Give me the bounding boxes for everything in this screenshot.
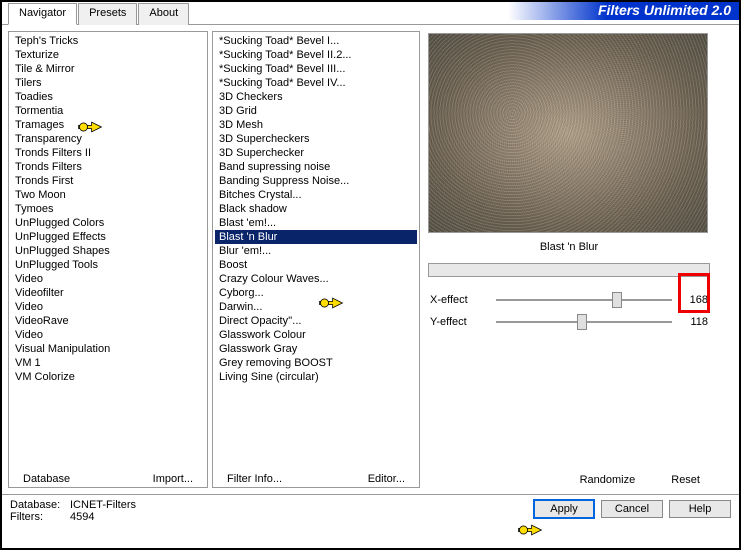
reset-button[interactable]: Reset bbox=[663, 472, 708, 488]
tab-presets[interactable]: Presets bbox=[78, 3, 137, 25]
list-item[interactable]: *Sucking Toad* Bevel I... bbox=[215, 34, 417, 48]
database-label: Database: bbox=[10, 499, 70, 511]
list-item[interactable]: Direct Opacity''... bbox=[215, 314, 417, 328]
list-item[interactable]: VM 1 bbox=[11, 356, 205, 370]
list-item[interactable]: Living Sine (circular) bbox=[215, 370, 417, 384]
list-item[interactable]: UnPlugged Colors bbox=[11, 216, 205, 230]
list-item[interactable]: Darwin... bbox=[215, 300, 417, 314]
list-item[interactable]: Glasswork Gray bbox=[215, 342, 417, 356]
list-item[interactable]: *Sucking Toad* Bevel III... bbox=[215, 62, 417, 76]
highlight-annotation bbox=[678, 273, 710, 313]
list-item[interactable]: Tymoes bbox=[11, 202, 205, 216]
list-item[interactable]: Band supressing noise bbox=[215, 160, 417, 174]
list-item[interactable]: Boost bbox=[215, 258, 417, 272]
list-item[interactable]: Bitches Crystal... bbox=[215, 188, 417, 202]
list-item[interactable]: UnPlugged Shapes bbox=[11, 244, 205, 258]
list-item[interactable]: 3D Grid bbox=[215, 104, 417, 118]
filters-count-value: 4594 bbox=[70, 511, 94, 523]
tab-navigator[interactable]: Navigator bbox=[8, 3, 77, 25]
filter-preview bbox=[428, 33, 708, 233]
list-item[interactable]: Banding Suppress Noise... bbox=[215, 174, 417, 188]
list-item[interactable]: Tronds Filters bbox=[11, 160, 205, 174]
annotation-pointer-icon bbox=[318, 293, 344, 313]
list-item[interactable]: Tormentia bbox=[11, 104, 205, 118]
list-item[interactable]: Blast 'n Blur bbox=[215, 230, 417, 244]
list-item[interactable]: Videofilter bbox=[11, 286, 205, 300]
list-item[interactable]: Blur 'em!... bbox=[215, 244, 417, 258]
list-item[interactable]: Texturize bbox=[11, 48, 205, 62]
filters-count-label: Filters: bbox=[10, 511, 70, 523]
list-item[interactable]: Video bbox=[11, 300, 205, 314]
param-x-label: X-effect bbox=[430, 294, 490, 306]
list-item[interactable]: *Sucking Toad* Bevel II.2... bbox=[215, 48, 417, 62]
database-value: ICNET-Filters bbox=[70, 499, 136, 511]
list-item[interactable]: Blast 'em!... bbox=[215, 216, 417, 230]
category-list[interactable]: Teph's TricksTexturizeTile & MirrorTiler… bbox=[9, 32, 207, 471]
list-item[interactable]: Black shadow bbox=[215, 202, 417, 216]
randomize-button[interactable]: Randomize bbox=[572, 472, 644, 488]
list-item[interactable]: Tronds Filters II bbox=[11, 146, 205, 160]
list-item[interactable]: 3D Supercheckers bbox=[215, 132, 417, 146]
database-button[interactable]: Database bbox=[15, 471, 78, 487]
list-item[interactable]: Toadies bbox=[11, 90, 205, 104]
list-item[interactable]: Two Moon bbox=[11, 188, 205, 202]
list-item[interactable]: VM Colorize bbox=[11, 370, 205, 384]
param-y-label: Y-effect bbox=[430, 316, 490, 328]
list-item[interactable]: Video bbox=[11, 328, 205, 342]
list-item[interactable]: VideoRave bbox=[11, 314, 205, 328]
list-item[interactable]: Tramages bbox=[11, 118, 205, 132]
list-item[interactable]: Cyborg... bbox=[215, 286, 417, 300]
list-item[interactable]: UnPlugged Tools bbox=[11, 258, 205, 272]
tab-about[interactable]: About bbox=[138, 3, 189, 25]
list-item[interactable]: 3D Superchecker bbox=[215, 146, 417, 160]
editor-button[interactable]: Editor... bbox=[360, 471, 413, 487]
list-item[interactable]: Glasswork Colour bbox=[215, 328, 417, 342]
list-item[interactable]: Tronds First bbox=[11, 174, 205, 188]
filter-list[interactable]: *Sucking Toad* Bevel I...*Sucking Toad* … bbox=[213, 32, 419, 471]
list-item[interactable]: *Sucking Toad* Bevel IV... bbox=[215, 76, 417, 90]
param-x-slider[interactable] bbox=[496, 291, 672, 309]
param-y-slider[interactable] bbox=[496, 313, 672, 331]
annotation-pointer-icon bbox=[517, 520, 543, 540]
help-button[interactable]: Help bbox=[669, 500, 731, 518]
cancel-button[interactable]: Cancel bbox=[601, 500, 663, 518]
filter-info-button[interactable]: Filter Info... bbox=[219, 471, 290, 487]
list-item[interactable]: Transparency bbox=[11, 132, 205, 146]
app-title: Filters Unlimited 2.0 bbox=[409, 2, 739, 20]
list-item[interactable]: 3D Mesh bbox=[215, 118, 417, 132]
list-item[interactable]: Grey removing BOOST bbox=[215, 356, 417, 370]
progress-bar bbox=[428, 263, 710, 277]
import-button[interactable]: Import... bbox=[145, 471, 201, 487]
list-item[interactable]: Visual Manipulation bbox=[11, 342, 205, 356]
param-y-value: 118 bbox=[678, 316, 708, 328]
selected-filter-name: Blast 'n Blur bbox=[424, 237, 714, 257]
list-item[interactable]: Crazy Colour Waves... bbox=[215, 272, 417, 286]
list-item[interactable]: Video bbox=[11, 272, 205, 286]
list-item[interactable]: Tilers bbox=[11, 76, 205, 90]
apply-button[interactable]: Apply bbox=[533, 499, 595, 519]
annotation-pointer-icon bbox=[77, 117, 103, 137]
list-item[interactable]: UnPlugged Effects bbox=[11, 230, 205, 244]
list-item[interactable]: Teph's Tricks bbox=[11, 34, 205, 48]
list-item[interactable]: Tile & Mirror bbox=[11, 62, 205, 76]
list-item[interactable]: 3D Checkers bbox=[215, 90, 417, 104]
